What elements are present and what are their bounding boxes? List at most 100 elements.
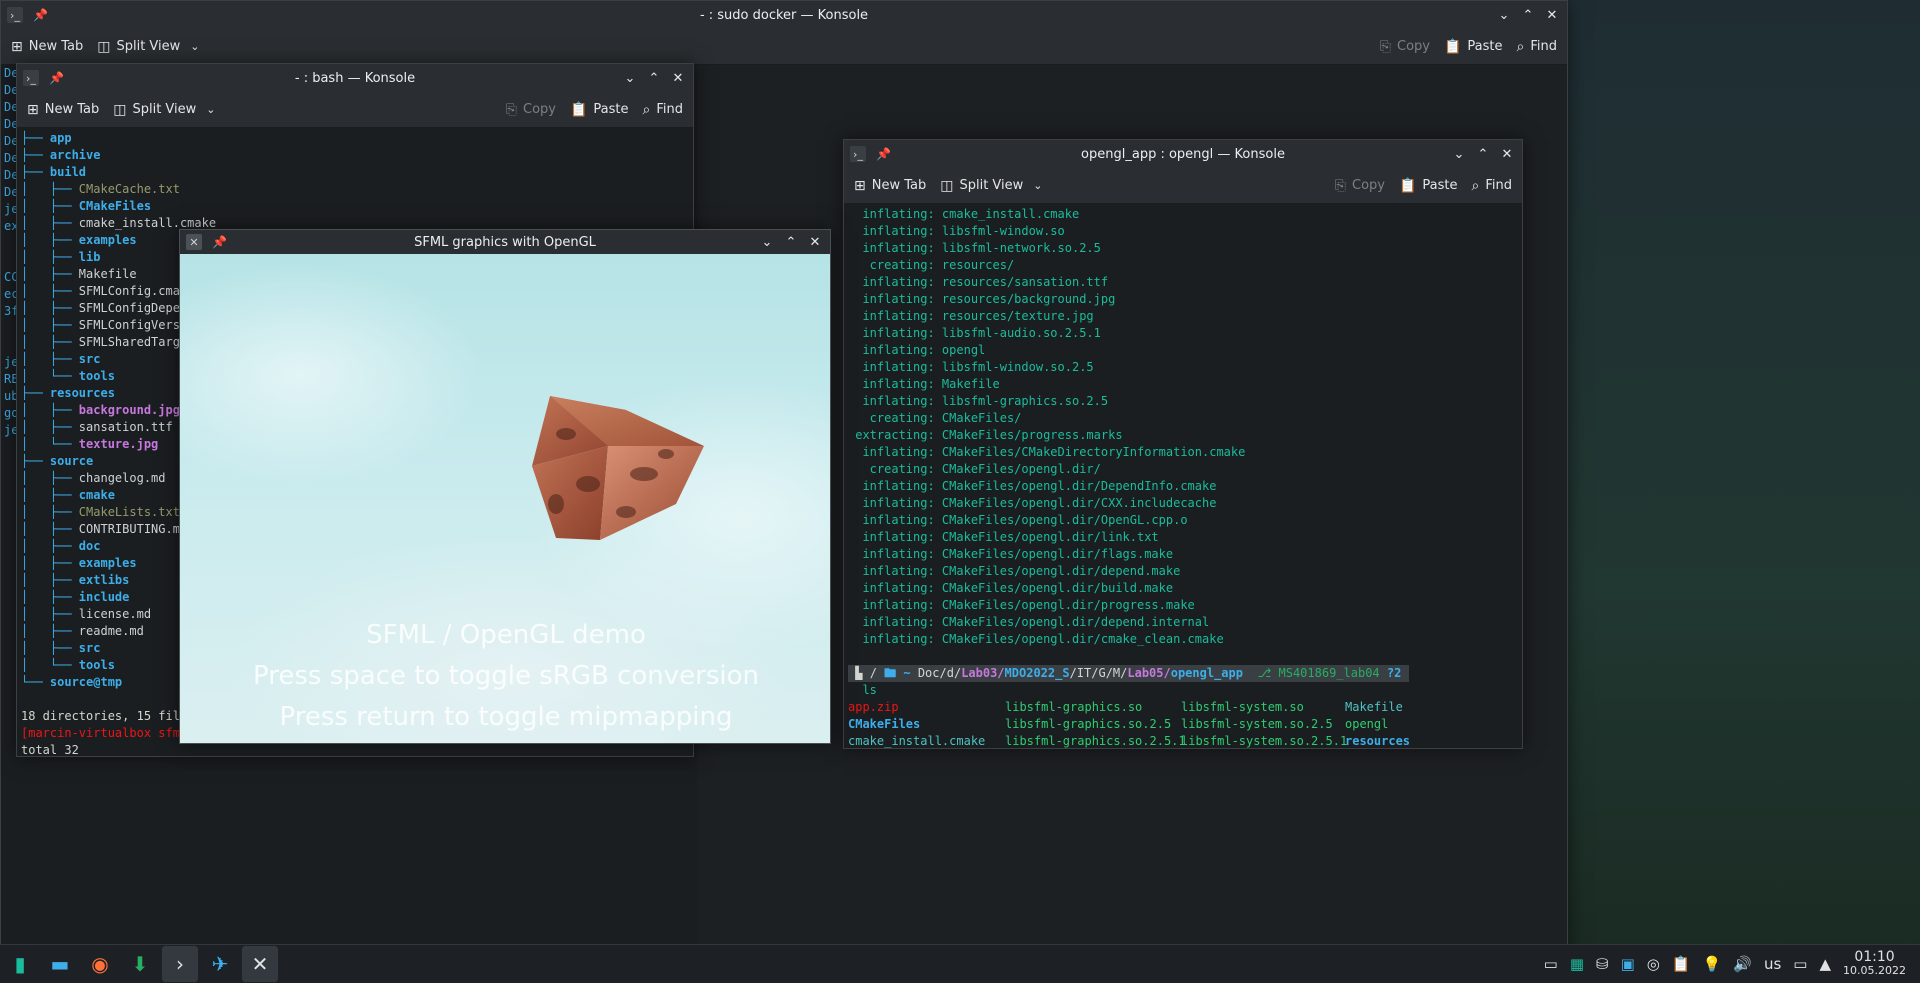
tree-branch: ├── <box>21 454 50 468</box>
minimize-icon[interactable]: ⌄ <box>760 235 774 250</box>
file-manager-icon[interactable]: ▬ <box>42 946 78 982</box>
sfml-window[interactable]: ✕ 📌 SFML graphics with OpenGL ⌄ ⌃ ✕ SFML… <box>179 229 831 744</box>
unzip-path: CMakeFiles/opengl.dir/CXX.includecache <box>941 496 1217 510</box>
textured-cube <box>532 396 704 540</box>
split-view-button[interactable]: ◫ Split View ⌄ <box>940 178 1042 194</box>
clock[interactable]: 01:10 10.05.2022 <box>1843 950 1906 978</box>
terminal-output[interactable]: inflating: cmake_install.cmake inflating… <box>844 204 1522 748</box>
maximize-icon[interactable]: ⌃ <box>1521 8 1535 23</box>
unzip-verb: inflating: <box>848 360 942 374</box>
new-tab-button[interactable]: ⊞ New Tab <box>854 178 926 194</box>
unzip-path: resources/sansation.ttf <box>941 275 1109 289</box>
pin-icon[interactable]: 📌 <box>33 8 48 22</box>
total-line: total 32 <box>21 743 79 756</box>
ls-column: app.zipCMakeFilescmake_install.cmakelibs… <box>848 699 1005 748</box>
home-segment: 🖿 ~ <box>884 666 918 680</box>
firefox-icon[interactable]: ◉ <box>82 946 118 982</box>
x11-task-icon[interactable]: ✕ <box>242 946 278 982</box>
split-view-button[interactable]: ◫ Split View ⌄ <box>113 102 215 118</box>
maximize-icon[interactable]: ⌃ <box>784 235 798 250</box>
maximize-icon[interactable]: ⌃ <box>1476 147 1490 162</box>
keyboard-layout[interactable]: us <box>1764 955 1781 973</box>
tree-entry: CONTRIBUTING.md <box>78 522 188 536</box>
network-icon[interactable]: ▭ <box>1793 955 1807 973</box>
unzip-path: CMakeFiles/opengl.dir/ <box>941 462 1101 476</box>
file-name: libsfml-system.so <box>1181 700 1304 714</box>
tree-entry: examples <box>78 233 137 247</box>
unzip-line: creating: resources/ <box>848 257 1518 274</box>
display-icon[interactable]: ▣ <box>1621 955 1635 973</box>
path-segment: Lab05/ <box>1127 666 1171 680</box>
vault-icon[interactable]: ⛁ <box>1596 955 1609 973</box>
tree-branch: │ ├── <box>21 522 79 536</box>
unzip-line: creating: CMakeFiles/ <box>848 410 1518 427</box>
konsole-window-opengl[interactable]: ›_ 📌 opengl_app : opengl — Konsole ⌄ ⌃ ✕… <box>843 139 1523 749</box>
tree-entry: Makefile <box>78 267 137 281</box>
ls-entry: resources <box>1345 733 1465 748</box>
unzip-line: inflating: resources/texture.jpg <box>848 308 1518 325</box>
konsole-app-icon: ›_ <box>850 146 866 162</box>
unzip-path: libsfml-graphics.so.2.5 <box>941 394 1109 408</box>
window-icon[interactable]: ▭ <box>1544 955 1558 973</box>
paste-button[interactable]: 📋 Paste <box>1444 39 1503 55</box>
pin-icon[interactable]: 📌 <box>212 235 227 249</box>
media-icon[interactable]: ◎ <box>1647 955 1660 973</box>
demo-hint-mipmap: Press return to toggle mipmapping <box>279 702 733 732</box>
close-icon[interactable]: ✕ <box>1500 147 1514 162</box>
paste-icon: 📋 <box>1398 177 1417 194</box>
remote-desktop-icon[interactable]: ✈ <box>202 946 238 982</box>
terminal-output[interactable]: DeDeDeDeDeDeDeDejeex CCec3f jeREubgoje <box>1 65 17 959</box>
unzip-path: resources/texture.jpg <box>941 309 1094 323</box>
window-titlebar[interactable]: ›_ 📌 opengl_app : opengl — Konsole ⌄ ⌃ ✕ <box>844 140 1522 168</box>
path-segment: MDO2022_S <box>1004 666 1070 680</box>
find-button[interactable]: ⌕ Find <box>1472 178 1512 194</box>
new-tab-button[interactable]: ⊞ New Tab <box>27 102 99 118</box>
minimize-icon[interactable]: ⌄ <box>1497 8 1511 23</box>
new-tab-button[interactable]: ⊞ New Tab <box>11 39 83 55</box>
close-icon[interactable]: ✕ <box>1545 8 1559 23</box>
unzip-line: extracting: CMakeFiles/progress.marks <box>848 427 1518 444</box>
tree-entry: include <box>78 590 130 604</box>
download-icon[interactable]: ⬇ <box>122 946 158 982</box>
volume-icon[interactable]: 🔊 <box>1733 955 1752 973</box>
window-titlebar[interactable]: ›_ 📌 - : sudo docker — Konsole ⌄ ⌃ ✕ <box>1 1 1567 29</box>
ls-entry: libsfml-graphics.so.2.5.1 <box>1005 733 1186 748</box>
pin-icon[interactable]: 📌 <box>876 147 891 161</box>
minimize-icon[interactable]: ⌄ <box>623 71 637 86</box>
paste-button[interactable]: 📋 Paste <box>1399 178 1458 194</box>
split-view-button[interactable]: ◫ Split View ⌄ <box>97 39 199 55</box>
unzip-line: inflating: cmake_install.cmake <box>848 206 1518 223</box>
branch-segment: MS401869_lab04 <box>1278 666 1387 680</box>
file-name: resources <box>1345 734 1411 748</box>
clipboard-icon[interactable]: 📋 <box>1672 955 1691 973</box>
maximize-icon[interactable]: ⌃ <box>647 71 661 86</box>
close-icon[interactable]: ✕ <box>671 71 685 86</box>
file-name: Makefile <box>1345 700 1403 714</box>
chevron-down-icon: ⌄ <box>1033 179 1043 192</box>
file-name: app.zip <box>848 700 899 714</box>
opengl-render-canvas[interactable]: SFML / OpenGL demo Press space to toggle… <box>180 254 830 743</box>
find-button[interactable]: ⌕ Find <box>643 102 683 118</box>
konsole-task-icon[interactable]: › <box>162 946 198 982</box>
paste-icon: 📋 <box>1443 38 1462 55</box>
pin-icon[interactable]: 📌 <box>49 71 64 85</box>
app-launcher-icon[interactable]: ▮ <box>2 946 38 982</box>
paste-button[interactable]: 📋 Paste <box>570 102 629 118</box>
copy-button[interactable]: ⎘ Copy <box>1380 39 1430 55</box>
vm-icon[interactable]: ▦ <box>1570 955 1584 973</box>
find-button[interactable]: ⌕ Find <box>1517 39 1557 55</box>
window-title: opengl_app : opengl — Konsole <box>1081 146 1285 162</box>
dir-segment: opengl_app <box>1170 666 1251 680</box>
tree-branch: │ ├── <box>21 420 79 434</box>
window-titlebar[interactable]: ›_ 📌 - : bash — Konsole ⌄ ⌃ ✕ <box>17 64 693 92</box>
close-icon[interactable]: ✕ <box>808 235 822 250</box>
minimize-icon[interactable]: ⌄ <box>1452 147 1466 162</box>
copy-button[interactable]: ⎘ Copy <box>1335 178 1385 194</box>
notification-icon[interactable]: 💡 <box>1703 955 1722 973</box>
tree-branch: ├── <box>21 131 50 145</box>
copy-button[interactable]: ⎘ Copy <box>506 102 556 118</box>
tray-expand-icon[interactable]: ▲ <box>1819 955 1831 973</box>
window-titlebar[interactable]: ✕ 📌 SFML graphics with OpenGL ⌄ ⌃ ✕ <box>180 230 830 254</box>
ls-entry: libsfml-graphics.so <box>1005 699 1181 716</box>
demo-title: SFML / OpenGL demo <box>366 620 646 650</box>
